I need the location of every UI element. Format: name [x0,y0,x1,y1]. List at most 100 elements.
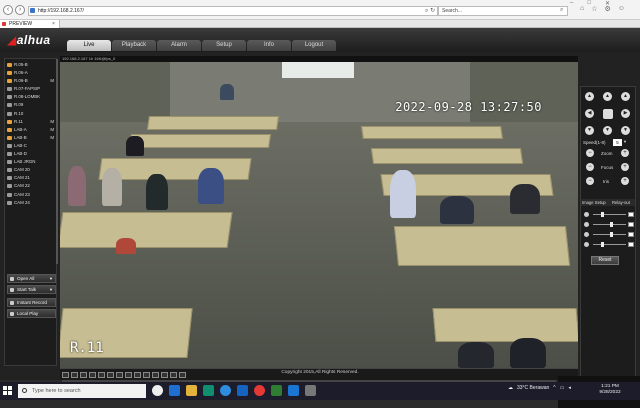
browser-tab-preview[interactable]: PREVIEW × [0,20,60,28]
channel-item[interactable]: R.10 [5,110,56,118]
channel-item[interactable]: R.07-FAPSIP [5,85,56,93]
tab-live[interactable]: Live [67,40,111,51]
channel-item[interactable]: CAM 23 [5,191,56,199]
live-video-view[interactable]: 2022-09-28 13:27:50 R.11 [60,62,578,368]
ptz-down-right-icon[interactable]: ▼ [621,126,630,135]
channel-item[interactable]: R.06-A [5,69,56,77]
contrast-slider-handle[interactable] [609,222,613,227]
tab-favicon-icon [2,22,6,26]
app-icon[interactable] [305,385,316,396]
ptz-right-icon[interactable]: ▶ [621,109,630,118]
back-icon[interactable]: ‹ [3,5,13,15]
logo-mark-icon: ◢ [7,33,17,47]
store-icon[interactable] [203,385,214,396]
tab-alarm[interactable]: Alarm [157,40,201,51]
taskbar-clock[interactable]: 1:21 PM 9/28/2022 [592,384,628,396]
focus-near-icon[interactable]: − [586,163,594,171]
channel-item[interactable]: LAB-D [5,150,56,158]
ptz-left-icon[interactable]: ◀ [585,109,594,118]
contrast-value-box[interactable] [628,222,634,227]
ptz-speed-label: Speed(1-8) [583,140,606,145]
local-play-button[interactable]: Local Play [7,309,56,318]
system-tray: ☁ 33°C Berawan ^ ▭ ◂ [508,385,571,391]
tab-info[interactable]: Info [247,40,291,51]
maximize-icon[interactable]: □ [587,0,591,7]
tab-relay-out[interactable]: Relay-out [612,199,630,206]
instant-record-button[interactable]: Instant Record [7,298,56,307]
tab-close-icon[interactable]: × [52,20,55,28]
channel-item[interactable]: LAB-A M [5,126,56,134]
tab-playback[interactable]: Playback [112,40,156,51]
iris-open-icon[interactable]: + [621,177,629,185]
hue-slider-handle[interactable] [600,242,604,247]
student [146,174,168,210]
zoom-out-icon[interactable]: − [586,149,594,157]
iris-close-icon[interactable]: − [586,177,594,185]
channel-item[interactable]: CAM 24 [5,199,56,207]
channel-item[interactable]: R.11 M [5,118,56,126]
tab-setup[interactable]: Setup [202,40,246,51]
brightness-slider-handle[interactable] [600,212,604,217]
channel-item[interactable]: CAM 21 [5,174,56,182]
address-bar[interactable]: http://192.168.2.167/ [28,6,438,16]
word-icon[interactable] [288,385,299,396]
chrome-icon[interactable] [254,385,265,396]
zoom-in-icon[interactable]: + [621,149,629,157]
hue-value-box[interactable] [628,242,634,247]
chevron-down-icon[interactable]: ▼ [623,139,627,144]
channel-item[interactable]: R.05-B [5,61,56,69]
file-explorer-icon[interactable] [169,385,180,396]
ptz-speed-select[interactable]: 5 [613,139,622,146]
edge-icon[interactable] [220,385,231,396]
internet-explorer-icon[interactable] [237,385,248,396]
close-window-icon[interactable]: ✕ [605,0,610,7]
chevron-down-icon[interactable]: ▼ [49,275,53,282]
channel-label: R.09 [14,102,24,108]
folder-icon[interactable] [186,385,197,396]
ptz-center-icon[interactable] [603,109,613,119]
ptz-down-left-icon[interactable]: ▼ [585,126,594,135]
forward-icon[interactable]: › [15,5,25,15]
focus-far-icon[interactable]: + [621,163,629,171]
start-talk-button[interactable]: Start Talk ▼ [7,285,56,294]
tab-logout[interactable]: Logout [292,40,336,51]
search-icon[interactable]: ⌕ [560,7,563,14]
saturation-value-box[interactable] [628,232,634,237]
windows-start-icon[interactable] [3,386,13,396]
ptz-up-icon[interactable]: ▲ [603,92,612,101]
ptz-up-right-icon[interactable]: ▲ [621,92,630,101]
smiley-icon[interactable]: ☺ [618,5,625,13]
refresh-icon[interactable]: ⌕ ↻ [425,7,435,15]
brightness-value-box[interactable] [628,212,634,217]
desk [147,116,279,130]
tray-chevron-icon[interactable]: ^ [553,385,555,391]
chevron-down-icon[interactable]: ▼ [49,286,53,293]
browser-search-input[interactable]: Search... [438,6,568,16]
weather-text[interactable]: 33°C Berawan [517,385,549,391]
open-all-button[interactable]: Open All ▼ [7,274,56,283]
channel-item[interactable]: LAB-B M [5,134,56,142]
saturation-slider-handle[interactable] [609,232,613,237]
volume-icon[interactable]: ◂ [568,385,571,391]
network-icon[interactable]: ▭ [560,385,565,391]
channel-item[interactable]: R.08-LOMBK [5,93,56,101]
channel-item[interactable]: CAM 22 [5,182,56,190]
channel-item[interactable]: LAB JRGN [5,158,56,166]
task-view-icon[interactable] [152,385,163,396]
ptz-down-icon[interactable]: ▼ [603,126,612,135]
weather-icon[interactable]: ☁ [508,385,513,391]
ptz-up-left-icon[interactable]: ▲ [585,92,594,101]
channel-list-scrollbar[interactable] [56,59,58,264]
reset-button[interactable]: Reset [591,256,619,265]
ptz-panel: ▲ ▲ ▲ ◀ ▶ ▼ ▼ ▼ Speed(1-8) 5 ▼ − Zoom + … [580,86,636,378]
channel-item[interactable]: LAB-C [5,142,56,150]
tab-image-setup[interactable]: Image Setup [582,199,606,206]
channel-item[interactable]: CAM 20 [5,166,56,174]
brightness-slider[interactable] [593,214,626,215]
channel-item[interactable]: R.06-B M [5,77,56,85]
taskbar-search-input[interactable]: Type here to search [18,384,146,398]
channel-item[interactable]: R.09 [5,101,56,109]
hue-slider[interactable] [593,244,626,245]
minimize-icon[interactable]: – [570,0,573,7]
excel-icon[interactable] [271,385,282,396]
